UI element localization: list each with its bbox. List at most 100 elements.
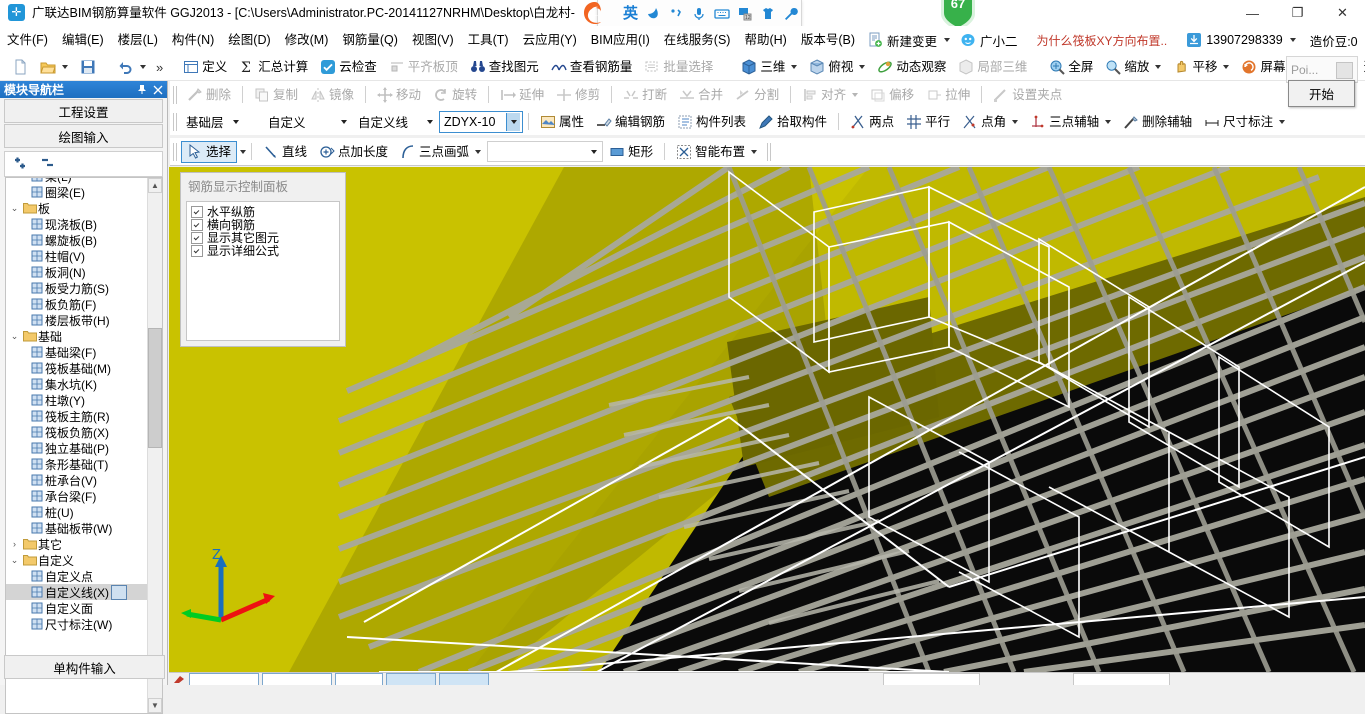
checkbox-transverse-rebar[interactable] — [191, 218, 203, 231]
sogou-logo-icon[interactable] — [578, 0, 612, 29]
chevron-down-icon[interactable] — [1223, 65, 1230, 69]
status-field-1[interactable] — [883, 673, 980, 685]
punctuation-icon[interactable] — [668, 6, 684, 22]
microphone-icon[interactable] — [691, 6, 707, 22]
menu-rebar-qty[interactable]: 钢筋量(Q) — [335, 29, 405, 51]
rebar-option-row[interactable]: 显示详细公式 — [191, 244, 339, 258]
menu-online-service[interactable]: 在线服务(S) — [657, 29, 738, 51]
zoom-button[interactable]: 缩放 — [1099, 56, 1167, 78]
tree-item[interactable]: 板受力筋(S) — [6, 280, 148, 296]
scroll-up-button[interactable]: ▲ — [148, 178, 162, 193]
chevron-down-icon[interactable] — [240, 149, 247, 154]
draw-option-combo[interactable] — [487, 141, 604, 162]
moon-icon[interactable] — [645, 6, 661, 22]
break-button[interactable]: 打断 — [617, 84, 673, 106]
set-grip-point-button[interactable]: 设置夹点 — [987, 84, 1068, 106]
account-chip[interactable]: 13907298339 — [1181, 30, 1300, 50]
chevron-down-icon[interactable] — [944, 38, 951, 42]
align-slab-top-button[interactable]: 平齐板顶 — [383, 56, 464, 78]
rectangle-tool-button[interactable]: 矩形 — [603, 141, 659, 163]
tree-item[interactable]: 基础板带(W) — [6, 520, 148, 536]
tree-item[interactable]: 桩承台(V) — [6, 472, 148, 488]
stretch-button[interactable]: 拉伸 — [920, 84, 976, 106]
close-icon[interactable] — [153, 85, 163, 95]
align-button[interactable]: 对齐 — [796, 84, 864, 106]
component-kind-combo[interactable]: 自定义线 — [353, 111, 439, 132]
poi-dropdown[interactable]: Poi... — [1286, 56, 1358, 83]
find-element-button[interactable]: 查找图元 — [464, 56, 545, 78]
snap-icon[interactable] — [173, 674, 186, 685]
checkbox-horizontal-longitudinal[interactable] — [191, 205, 203, 218]
wrench-icon[interactable] — [783, 6, 799, 22]
start-button[interactable]: 开始 — [1288, 80, 1355, 107]
component-name-combo[interactable]: ZDYX-10 — [439, 110, 523, 133]
open-file-button[interactable] — [34, 56, 74, 78]
component-type-combo[interactable]: 自定义 — [263, 111, 353, 132]
tree-item[interactable]: ⌄ 基础 — [6, 328, 148, 344]
checkbox-show-other-elements[interactable] — [191, 231, 203, 244]
view-rebar-qty-button[interactable]: 查看钢筋量 — [545, 56, 639, 78]
status-field-2[interactable] — [1073, 673, 1170, 685]
tree-item[interactable]: 基础梁(F) — [6, 344, 148, 360]
chevron-down-icon[interactable] — [859, 65, 866, 69]
tree-item[interactable]: › 其它 — [6, 536, 148, 552]
new-file-button[interactable] — [6, 56, 34, 78]
chevron-down-icon[interactable] — [337, 113, 350, 130]
menu-modify[interactable]: 修改(M) — [278, 29, 336, 51]
minimize-button[interactable]: — — [1230, 0, 1275, 26]
menu-cloud-app[interactable]: 云应用(Y) — [516, 29, 584, 51]
chevron-down-icon[interactable] — [475, 149, 482, 154]
menu-view[interactable]: 视图(V) — [405, 29, 461, 51]
delete-axis-button[interactable]: 删除辅轴 — [1117, 111, 1198, 133]
rebar-display-control-panel[interactable]: 钢筋显示控制面板 水平纵筋 横向钢筋 显示其它图元 显示详细公式 — [180, 172, 346, 347]
project-settings-button[interactable]: 工程设置 — [4, 99, 163, 123]
menu-floor[interactable]: 楼层(L) — [111, 29, 165, 51]
delete-button[interactable]: 删除 — [181, 84, 237, 106]
smart-layout-button[interactable]: 智能布置 — [670, 141, 763, 163]
chevron-down-icon[interactable] — [1289, 38, 1296, 42]
menu-draw[interactable]: 绘图(D) — [221, 29, 277, 51]
chevron-down-icon[interactable] — [852, 92, 859, 97]
three-point-arc-button[interactable]: 三点画弧 — [394, 141, 487, 163]
chevron-down-icon[interactable] — [751, 149, 758, 154]
select-tool-button[interactable]: 选择 — [181, 140, 238, 163]
chevron-down-icon[interactable] — [1105, 119, 1112, 124]
chevron-down-icon[interactable] — [230, 113, 243, 130]
tree-item[interactable]: 筏板负筋(X) — [6, 424, 148, 440]
split-button[interactable]: 分割 — [729, 84, 785, 106]
extend-button[interactable]: 延伸 — [494, 84, 550, 106]
tree-item[interactable]: 圈梁(E) — [6, 184, 148, 200]
tree-item[interactable]: 自定义点 — [6, 568, 148, 584]
expand-all-icon[interactable] — [13, 157, 30, 172]
toolbar-grip-draw[interactable] — [173, 142, 178, 161]
view-3d-button[interactable]: 三维 — [735, 56, 803, 78]
chevron-down-icon[interactable] — [791, 65, 798, 69]
tree-item[interactable]: 独立基础(P) — [6, 440, 148, 456]
summary-calc-button[interactable]: Σ 汇总计算 — [233, 56, 314, 78]
coins-chip[interactable]: 造价豆:0 — [1305, 29, 1363, 52]
menu-help[interactable]: 帮助(H) — [737, 29, 793, 51]
tree-item[interactable]: 柱帽(V) — [6, 248, 148, 264]
chevron-down-icon[interactable] — [1155, 65, 1162, 69]
edit-rebar-button[interactable]: 编辑钢筋 — [590, 111, 671, 133]
two-point-axis-button[interactable]: 两点 — [844, 111, 900, 133]
menu-file[interactable]: 文件(F) — [0, 29, 55, 51]
drawing-input-button[interactable]: 绘图输入 — [4, 124, 163, 148]
menu-edit[interactable]: 编辑(E) — [55, 29, 111, 51]
line-tool-button[interactable]: 直线 — [257, 141, 313, 163]
tree-item[interactable]: 条形基础(T) — [6, 456, 148, 472]
chevron-down-icon[interactable] — [423, 113, 436, 130]
scroll-down-button[interactable]: ▼ — [148, 698, 162, 713]
status-object-track[interactable] — [335, 673, 383, 685]
status-ortho[interactable] — [262, 673, 332, 685]
chevron-right-icon[interactable]: › — [8, 539, 21, 549]
menu-component[interactable]: 构件(N) — [165, 29, 221, 51]
toolbar-grip-component[interactable] — [173, 112, 178, 131]
chevron-down-icon[interactable]: ⌄ — [8, 555, 21, 566]
skin-icon[interactable] — [760, 6, 776, 22]
pin-icon[interactable] — [137, 84, 147, 95]
promo-link[interactable]: 为什么筏板XY方向布置.. — [1023, 32, 1182, 49]
define-button[interactable]: 定义 — [177, 56, 233, 78]
chevron-down-icon[interactable] — [587, 143, 600, 160]
orbit-button[interactable]: 动态观察 — [871, 56, 952, 78]
